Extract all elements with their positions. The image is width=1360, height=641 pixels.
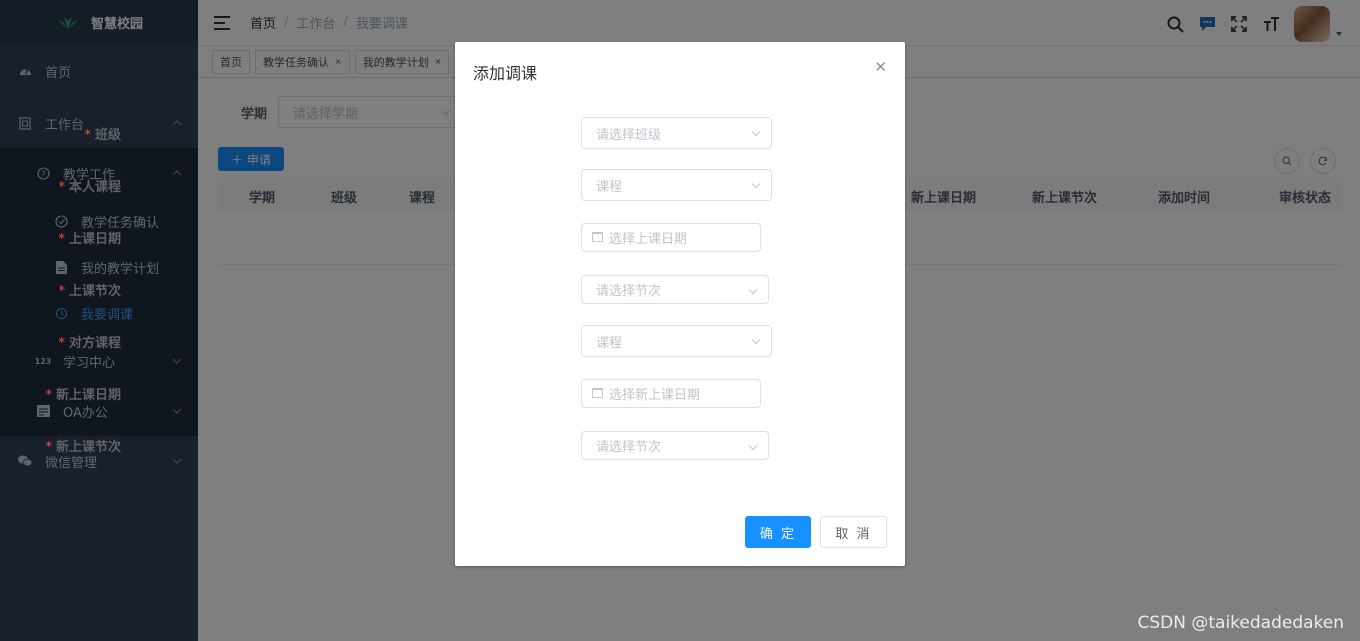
confirm-button[interactable]: 确 定 xyxy=(745,516,811,548)
form-label-text: 上课节次 xyxy=(68,283,121,299)
required-mark: * xyxy=(58,179,65,195)
required-mark: * xyxy=(58,283,65,299)
class-period-select[interactable]: 请选择节次 xyxy=(581,274,769,304)
new-date-picker[interactable]: 选择新上课日期 xyxy=(581,378,761,408)
chevron-down-icon xyxy=(751,179,761,189)
dialog-title: 添加调课 xyxy=(473,64,538,83)
form-label-text: 新上课日期 xyxy=(55,387,121,403)
select-placeholder: 课程 xyxy=(596,179,623,195)
class-select[interactable]: 请选择班级 xyxy=(581,117,772,149)
other-course-select[interactable]: 课程 xyxy=(581,325,772,357)
select-placeholder: 请选择节次 xyxy=(596,439,662,455)
calendar-icon xyxy=(592,232,603,242)
form-label: * 对方课程 xyxy=(1,332,121,351)
form-label: * 新上课节次 xyxy=(1,436,121,455)
calendar-icon xyxy=(592,388,603,398)
form-label: * 本人课程 xyxy=(1,176,121,195)
watermark: CSDN @taikedadedaken xyxy=(1137,613,1344,633)
chevron-down-icon xyxy=(748,285,758,294)
required-mark: * xyxy=(84,127,91,143)
date-placeholder: 选择新上课日期 xyxy=(609,387,701,403)
required-mark: * xyxy=(58,335,65,351)
form-label: * 上课节次 xyxy=(1,280,121,299)
form-label: * 上课日期 xyxy=(1,228,121,247)
form-label: * 班级 xyxy=(1,124,121,143)
chevron-down-icon xyxy=(748,441,758,450)
dialog-header: 添加调课 ✕ xyxy=(455,42,905,98)
dialog-footer: 确 定 取 消 xyxy=(745,516,887,548)
cancel-button[interactable]: 取 消 xyxy=(820,516,887,548)
select-placeholder: 请选择节次 xyxy=(596,283,662,299)
required-mark: * xyxy=(58,231,65,247)
required-mark: * xyxy=(45,387,52,403)
date-placeholder: 选择上课日期 xyxy=(609,231,688,247)
select-placeholder: 请选择班级 xyxy=(596,127,662,143)
new-period-select[interactable]: 请选择节次 xyxy=(581,430,769,460)
form-label-text: 新上课节次 xyxy=(55,439,121,455)
form-label-text: 对方课程 xyxy=(68,335,121,351)
form-label: * 新上课日期 xyxy=(1,384,121,403)
select-placeholder: 课程 xyxy=(596,335,623,351)
form-label-text: 本人课程 xyxy=(68,179,121,195)
class-date-picker[interactable]: 选择上课日期 xyxy=(581,222,761,252)
chevron-down-icon xyxy=(751,335,761,345)
chevron-down-icon xyxy=(751,127,761,137)
required-mark: * xyxy=(45,439,52,455)
own-course-select[interactable]: 课程 xyxy=(581,169,772,201)
form-label-text: 班级 xyxy=(94,127,121,143)
add-reschedule-dialog: 添加调课 ✕ * 班级 请选择班级 * 本人课程 课程 * 上课日期 选择上课日期 xyxy=(45,42,905,566)
close-icon[interactable]: ✕ xyxy=(874,58,887,76)
form-label-text: 上课日期 xyxy=(68,231,121,247)
